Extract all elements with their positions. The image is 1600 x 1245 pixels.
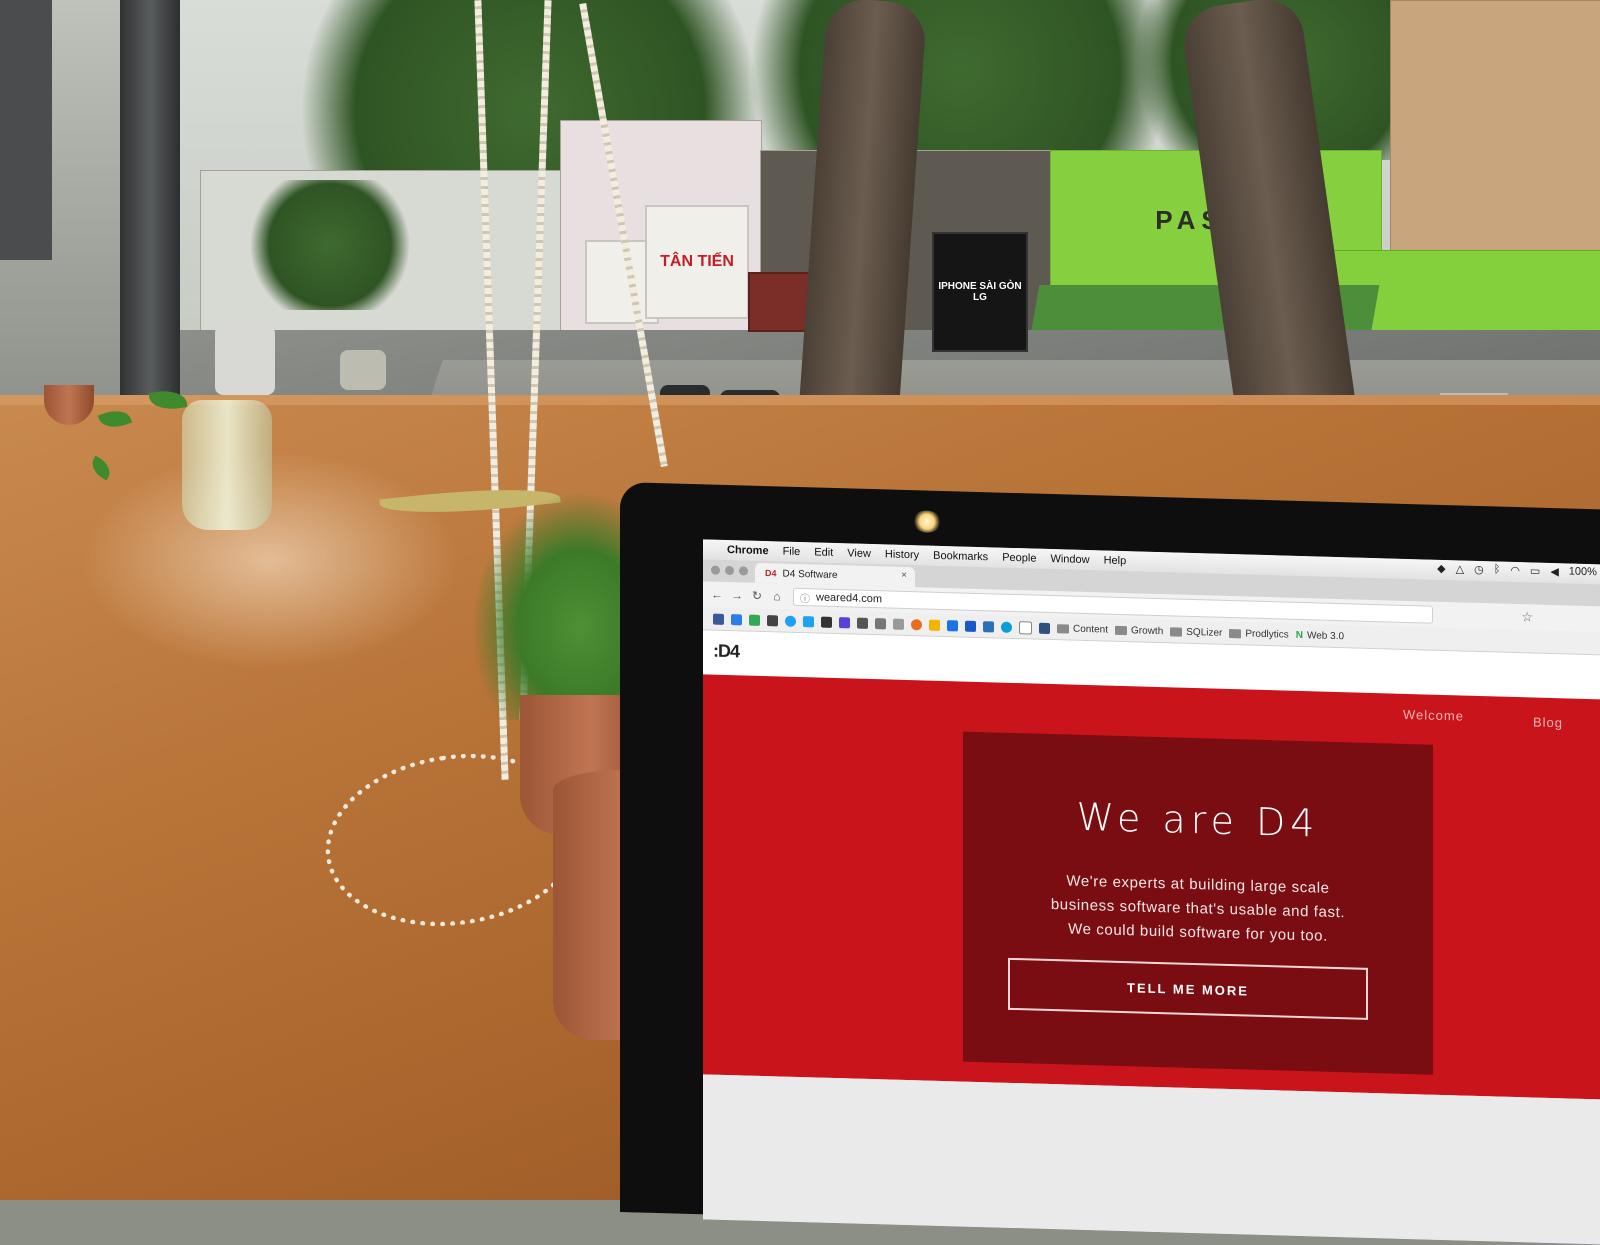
menu-bookmarks[interactable]: Bookmarks	[933, 550, 988, 564]
bookmark-icon[interactable]	[731, 613, 742, 625]
menu-view[interactable]: View	[847, 547, 871, 560]
tell-me-more-button[interactable]: TELL ME MORE	[1008, 957, 1368, 1020]
tab-close-icon[interactable]: ×	[901, 570, 907, 581]
bookmark-folder-sqlizer[interactable]: SQLizer	[1170, 626, 1222, 638]
bookmark-icon[interactable]	[839, 616, 850, 628]
bookmark-icon[interactable]	[821, 616, 832, 628]
menu-history[interactable]: History	[885, 548, 919, 561]
bookmark-icon[interactable]	[857, 617, 868, 629]
menu-app-name[interactable]: Chrome	[727, 544, 769, 557]
zoom-window-button[interactable]	[739, 566, 748, 576]
bookmark-icon[interactable]	[749, 614, 760, 626]
hero-card: We are D4 We're experts at building larg…	[963, 731, 1433, 1075]
airplay-icon[interactable]: ▭	[1530, 564, 1540, 577]
bookmark-icon[interactable]	[983, 620, 994, 632]
nav-blog-link[interactable]: Blog	[1533, 715, 1563, 731]
url-text: weared4.com	[816, 591, 883, 606]
folder-icon	[1229, 628, 1242, 638]
clock-icon[interactable]: ◷	[1474, 563, 1484, 576]
nav-welcome-link[interactable]: Welcome	[1403, 707, 1464, 724]
bookmark-folder-growth[interactable]: Growth	[1115, 624, 1163, 637]
truck	[215, 325, 275, 395]
wifi-icon[interactable]: ◠	[1510, 564, 1520, 577]
d4-favicon-icon: D4	[765, 568, 777, 579]
hero-title: We are D4	[1076, 794, 1320, 846]
glass-jar	[182, 400, 272, 530]
reload-icon[interactable]: ↻	[751, 589, 763, 603]
menu-people[interactable]: People	[1002, 552, 1036, 565]
forward-icon[interactable]: →	[731, 588, 743, 602]
folder-icon	[1057, 623, 1069, 634]
back-icon[interactable]: ←	[711, 588, 723, 602]
bookmark-icon[interactable]	[713, 613, 724, 625]
menu-window[interactable]: Window	[1050, 553, 1089, 566]
close-window-button[interactable]	[711, 565, 720, 575]
sign-text: IPHONE SÀI GÒN	[938, 281, 1022, 292]
twitter-icon[interactable]	[803, 615, 814, 627]
d4-logo[interactable]: :D4	[713, 641, 739, 663]
tree-canopy	[240, 180, 420, 310]
drive-icon[interactable]: △	[1456, 562, 1464, 575]
menu-edit[interactable]: Edit	[814, 546, 833, 559]
menu-status-area: ◆ △ ◷ ᛒ ◠ ▭ ◀ 100% ▮	[1437, 562, 1600, 580]
tan-tien-sign: TÂN TIẾN	[645, 205, 749, 319]
bookmark-web3[interactable]: N Web 3.0	[1296, 629, 1344, 641]
window-blind	[0, 0, 52, 260]
bookmark-icon[interactable]	[911, 618, 922, 630]
bookmark-icon[interactable]	[875, 617, 886, 629]
bookmark-folder-content[interactable]: Content	[1057, 623, 1108, 635]
bookmark-icon[interactable]	[929, 619, 940, 631]
laptop: Chrome File Edit View History Bookmarks …	[620, 482, 1600, 1245]
minimize-window-button[interactable]	[725, 565, 734, 576]
bookmark-icon[interactable]	[1019, 620, 1032, 635]
volume-icon[interactable]: ◀	[1550, 565, 1558, 578]
bookmark-icon[interactable]	[1001, 621, 1012, 633]
home-icon[interactable]: ⌂	[771, 589, 783, 603]
bookmark-icon[interactable]	[767, 614, 778, 626]
folder-icon	[1115, 625, 1128, 635]
building	[1390, 0, 1600, 262]
car	[340, 350, 386, 390]
folder-icon	[1170, 626, 1183, 637]
bookmark-icon[interactable]	[785, 615, 796, 627]
lg-logo: LG	[973, 292, 987, 303]
page-below-fold	[703, 1074, 1600, 1245]
window-frame	[120, 0, 180, 420]
bookmark-icon[interactable]	[893, 618, 904, 630]
bookmark-icon[interactable]	[1039, 622, 1050, 634]
info-icon[interactable]: ⓘ	[800, 590, 810, 605]
menu-file[interactable]: File	[783, 546, 801, 558]
hero-description: We're experts at building large scale bu…	[1003, 868, 1393, 951]
tab-title: D4 Software	[782, 568, 838, 581]
bookmark-icon[interactable]	[947, 619, 958, 631]
dropbox-icon[interactable]: ◆	[1437, 562, 1445, 575]
bookmark-icon[interactable]	[965, 620, 976, 632]
laptop-screen: Chrome File Edit View History Bookmarks …	[703, 539, 1600, 1245]
web3-icon: N	[1295, 629, 1303, 641]
iphone-sign: IPHONE SÀI GÒN LG	[932, 232, 1028, 352]
menu-help[interactable]: Help	[1104, 555, 1127, 568]
bookmark-star-icon[interactable]: ☆	[1521, 609, 1533, 625]
camera-light	[912, 510, 942, 533]
bluetooth-icon[interactable]: ᛒ	[1494, 563, 1501, 576]
bookmark-folder-prodlytics[interactable]: Prodlytics	[1229, 628, 1289, 640]
battery-percent[interactable]: 100%	[1569, 566, 1597, 580]
